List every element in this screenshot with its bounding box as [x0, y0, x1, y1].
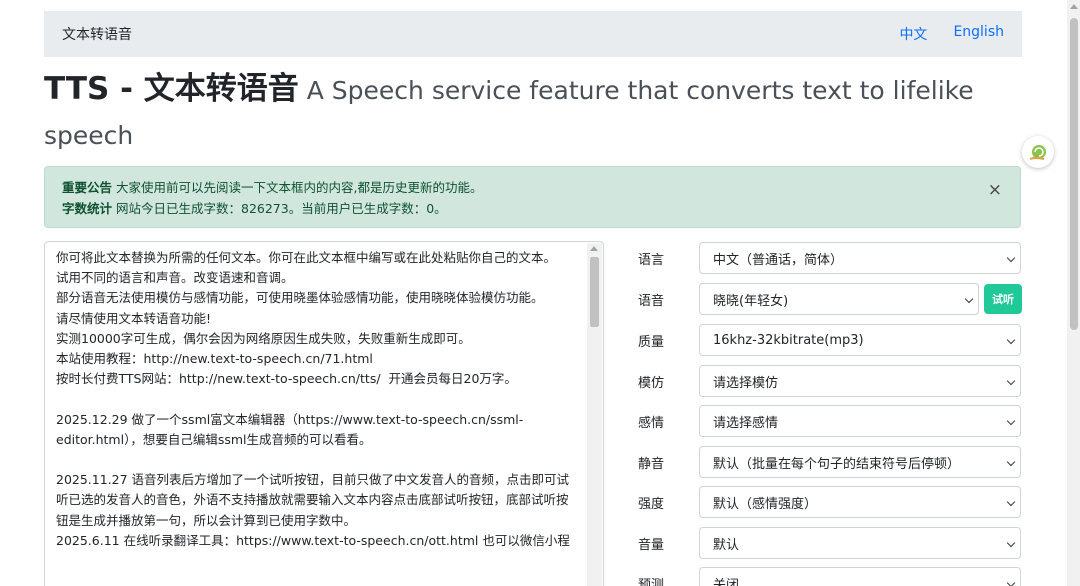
form-row-emotion: 感情 请选择感情: [638, 405, 1021, 437]
textbox-paragraph: 部分语音无法使用模仿与感情功能，可使用晓墨体验感情功能，使用晓晓体验模仿功能。: [56, 290, 544, 306]
alert-text-word-count: 网站今日已生成字数：826273。当前用户已生成字数：0。: [112, 201, 447, 216]
top-navbar: 文本转语音 中文 English: [44, 11, 1022, 57]
announcement-alert: 重要公告 大家使用前可以先阅读一下文本框内的内容,都是历史更新的功能。 字数统计…: [44, 166, 1021, 228]
chevron-down-icon: [1006, 253, 1016, 263]
page-scroll-up-icon[interactable]: [1070, 4, 1078, 9]
page-scroll-thumb[interactable]: [1070, 18, 1078, 330]
text-input-area[interactable]: 你可将此文本替换为所需的任何文本。你可在此文本框中编写或在此处粘贴你自己的文本。…: [44, 241, 604, 586]
page-title: TTS - 文本转语音 A Speech service feature tha…: [44, 68, 1004, 160]
nav-link-english[interactable]: English: [953, 24, 1004, 44]
form-row-intensity: 强度 默认（感情强度）: [638, 486, 1021, 518]
navbar-brand[interactable]: 文本转语音: [62, 24, 132, 44]
alert-line-announcement: 重要公告 大家使用前可以先阅读一下文本框内的内容,都是历史更新的功能。: [62, 177, 1003, 198]
chevron-down-icon: [1006, 376, 1016, 386]
textbox-paragraph: 本站使用教程：http://new.text-to-speech.cn/71.h…: [56, 351, 373, 367]
snail-icon: [1029, 145, 1046, 160]
close-icon[interactable]: ×: [988, 181, 1002, 199]
prediction-label: 预测: [638, 577, 665, 586]
language-label: 语言: [638, 252, 665, 268]
scroll-up-arrow-icon[interactable]: [590, 246, 598, 251]
chevron-down-icon: [1006, 335, 1016, 345]
intensity-select-value: 默认（感情强度）: [713, 496, 818, 512]
form-row-voice: 语音 晓晓(年轻女) 试听: [638, 283, 1022, 315]
alert-label-announcement: 重要公告: [62, 180, 113, 195]
emotion-label: 感情: [638, 415, 665, 431]
imitation-label: 模仿: [638, 375, 665, 391]
alert-text-announcement: 大家使用前可以先阅读一下文本框内的内容,都是历史更新的功能。: [112, 180, 483, 195]
textbox-paragraph: 2025.11.27 语音列表后方增加了一个试听按钮，目前只做了中文发音人的音频…: [56, 472, 570, 528]
nav-link-chinese[interactable]: 中文: [899, 24, 927, 44]
textbox-paragraph: 按时长付费TTS网站：http://new.text-to-speech.cn/…: [56, 371, 517, 387]
emotion-select-value: 请选择感情: [713, 415, 779, 431]
textbox-paragraph: 试用不同的语言和声音。改变语速和音调。: [56, 270, 294, 286]
silence-select-value: 默认（批量在每个句子的结束符号后停顿）: [713, 456, 961, 472]
floating-assistant-icon[interactable]: [1022, 136, 1054, 168]
textbox-scroll-thumb[interactable]: [590, 257, 599, 327]
imitation-select[interactable]: 请选择模仿: [699, 365, 1021, 397]
voice-select-value: 晓晓(年轻女): [713, 293, 789, 309]
voice-select[interactable]: 晓晓(年轻女): [699, 283, 979, 315]
page-scrollbar[interactable]: [1067, 0, 1080, 586]
imitation-select-value: 请选择模仿: [713, 375, 779, 391]
chevron-down-icon: [1006, 416, 1016, 426]
form-row-prediction: 预测 关闭: [638, 567, 1021, 586]
chevron-down-icon: [1006, 578, 1016, 586]
intensity-label: 强度: [638, 496, 665, 512]
chevron-down-icon: [964, 294, 974, 304]
textbox-paragraph: 2025.12.29 做了一个ssml富文本编辑器（https://www.te…: [56, 411, 524, 447]
alert-label-word-count: 字数统计: [62, 201, 113, 216]
chevron-down-icon: [1006, 538, 1016, 548]
quality-select[interactable]: 16khz-32kbitrate(mp3): [699, 324, 1021, 356]
form-row-language: 语言 中文（普通话，简体）: [638, 242, 1021, 274]
form-row-volume: 音量 默认: [638, 527, 1021, 559]
listen-button[interactable]: 试听: [984, 284, 1022, 314]
page-title-main: TTS - 文本转语音: [44, 71, 299, 107]
prediction-select-value: 关闭: [713, 577, 740, 586]
volume-select-value: 默认: [713, 537, 740, 553]
voice-label: 语音: [638, 293, 665, 309]
language-select-value: 中文（普通话，简体）: [713, 252, 844, 268]
intensity-select[interactable]: 默认（感情强度）: [699, 486, 1021, 518]
textbox-paragraph: 实测10000字可生成，偶尔会因为网络原因生成失败，失败重新生成即可。: [56, 330, 471, 346]
alert-line-word-count: 字数统计 网站今日已生成字数：826273。当前用户已生成字数：0。: [62, 198, 1003, 219]
volume-select[interactable]: 默认: [699, 527, 1021, 559]
form-row-silence: 静音 默认（批量在每个句子的结束符号后停顿）: [638, 446, 1021, 478]
textbox-paragraph: 2025.6.11 在线听录翻译工具：https://www.text-to-s…: [56, 532, 570, 548]
volume-label: 音量: [638, 537, 665, 553]
textbox-paragraph: 请尽情使用文本转语音功能!: [56, 310, 212, 326]
textbox-paragraph: [56, 450, 571, 470]
language-select[interactable]: 中文（普通话，简体）: [699, 242, 1021, 274]
chevron-down-icon: [1006, 497, 1016, 507]
form-row-imitation: 模仿 请选择模仿: [638, 365, 1021, 397]
form-row-quality: 质量 16khz-32kbitrate(mp3): [638, 324, 1021, 356]
textbox-paragraph: [56, 389, 571, 409]
quality-select-value: 16khz-32kbitrate(mp3): [713, 332, 864, 348]
silence-label: 静音: [638, 456, 665, 472]
textbox-paragraph: 你可将此文本替换为所需的任何文本。你可在此文本框中编写或在此处粘贴你自己的文本。: [56, 250, 557, 265]
chevron-down-icon: [1006, 457, 1016, 467]
textbox-scrollbar[interactable]: [587, 243, 602, 586]
silence-select[interactable]: 默认（批量在每个句子的结束符号后停顿）: [699, 446, 1021, 478]
language-links: 中文 English: [899, 24, 1004, 44]
quality-label: 质量: [638, 334, 665, 350]
emotion-select[interactable]: 请选择感情: [699, 405, 1021, 437]
prediction-select[interactable]: 关闭: [699, 567, 1021, 586]
